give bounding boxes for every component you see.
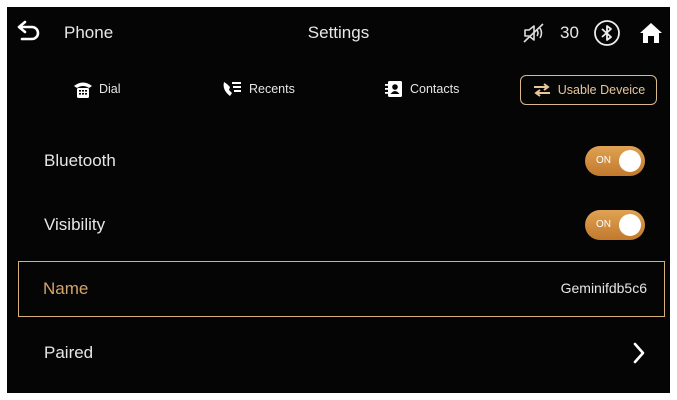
screen: Phone Settings 30 Dial Recents Contacts … (7, 7, 670, 393)
paired-label: Paired (44, 343, 94, 362)
bluetooth-label: Bluetooth (44, 151, 116, 170)
back-arrow-icon[interactable] (15, 19, 41, 45)
visibility-toggle[interactable]: ON (585, 210, 645, 240)
device-name-value: Geminifdb5c6 (560, 280, 647, 296)
contacts-card-icon (384, 80, 404, 98)
volume-value: 30 (560, 23, 579, 42)
paired-row[interactable]: Paired (7, 323, 670, 383)
tab-contacts-label: Contacts (410, 82, 460, 96)
tab-recents[interactable]: Recents (221, 73, 295, 105)
tab-dial-label: Dial (99, 82, 121, 96)
visibility-row: Visibility ON (7, 195, 670, 255)
recents-phone-icon (221, 80, 243, 98)
tab-contacts[interactable]: Contacts (384, 73, 459, 105)
tab-recents-label: Recents (249, 82, 295, 96)
swap-arrows-icon (532, 83, 552, 97)
app-title: Phone (64, 23, 114, 42)
chevron-right-icon (631, 341, 647, 365)
bluetooth-toggle-state: ON (596, 155, 611, 166)
tab-usable-device[interactable]: Usable Deveice (520, 75, 657, 105)
tab-bar: Dial Recents Contacts Usable Deveice (7, 59, 670, 115)
bluetooth-toggle[interactable]: ON (585, 146, 645, 176)
toggle-knob (619, 214, 641, 236)
dialpad-phone-icon (73, 80, 93, 98)
top-bar: Phone Settings 30 (7, 7, 670, 59)
device-frame: Phone Settings 30 Dial Recents Contacts … (0, 0, 677, 400)
volume-muted-icon[interactable] (521, 21, 547, 45)
visibility-toggle-state: ON (596, 219, 611, 230)
visibility-label: Visibility (44, 215, 106, 234)
tab-dial[interactable]: Dial (73, 73, 121, 105)
tab-usable-device-label: Usable Deveice (557, 83, 646, 97)
name-label: Name (43, 279, 89, 298)
home-icon[interactable] (637, 19, 665, 47)
toggle-knob (619, 150, 641, 172)
name-row[interactable]: Name Geminifdb5c6 (18, 261, 665, 317)
bluetooth-row: Bluetooth ON (7, 131, 670, 191)
bluetooth-icon[interactable] (593, 19, 621, 47)
